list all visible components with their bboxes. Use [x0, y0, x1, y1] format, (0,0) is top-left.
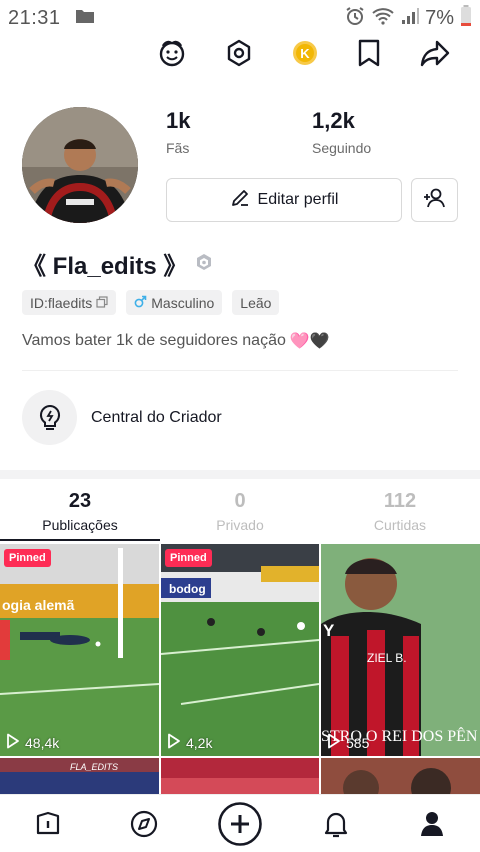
active-tab-indicator [0, 539, 160, 541]
pinned-badge: Pinned [165, 549, 212, 567]
svg-text:K: K [300, 46, 310, 61]
tag-id[interactable]: ID:flaedits [22, 290, 117, 315]
view-count: 585 [327, 733, 369, 752]
battery-icon [460, 4, 472, 32]
video-thumbnail[interactable] [321, 758, 480, 794]
bio-emojis: 🩷🖤 [289, 333, 330, 350]
tag-gender-label: Masculino [151, 294, 215, 311]
divider [22, 370, 458, 371]
video-grid: ogia alemã Pinned 48,4k bodog Pinned 4,2… [0, 544, 480, 794]
followers-count: 1k [166, 108, 191, 133]
tab-publications-count: 23 [68, 490, 92, 512]
hexagon-settings-icon[interactable] [222, 36, 256, 70]
share-icon[interactable] [418, 36, 452, 70]
svg-text:Y: Y [323, 621, 335, 640]
verification-badge-icon[interactable] [195, 250, 213, 278]
board-ad-text: bodog [169, 582, 206, 596]
section-divider [0, 470, 480, 479]
signal-icon [401, 7, 420, 30]
profile-tabs: 23 Publicações 0 Privado 112 Curtidas [0, 490, 480, 542]
tab-publications-label: Publicações [42, 517, 118, 533]
tab-liked[interactable]: 112 Curtidas [320, 490, 480, 542]
video-thumbnail[interactable]: Y ZIEL B. STRO O REI DOS PÊN 585 [321, 544, 480, 756]
notifications-icon[interactable] [312, 800, 360, 848]
tag-gender: Masculino [126, 290, 223, 315]
view-count: 48,4k [6, 733, 59, 752]
add-user-icon [423, 187, 447, 214]
wifi-icon [371, 6, 395, 31]
username: 《 Fla_edits 》 [22, 253, 188, 280]
pencil-icon [230, 188, 250, 213]
profile-username-row: 《 Fla_edits 》 [22, 246, 213, 281]
video-watermark-text: FLA_EDITS [70, 762, 118, 772]
creator-center-entry[interactable]: Central do Criador [22, 390, 222, 445]
board-ad-text: ogia alemã [2, 597, 75, 613]
tab-private-label: Privado [216, 517, 264, 533]
edit-profile-button[interactable]: Editar perfil [166, 178, 402, 222]
following-label: Seguindo [312, 140, 372, 156]
avatar[interactable] [22, 107, 138, 223]
add-friend-button[interactable] [411, 178, 458, 222]
following-count: 1,2k [312, 108, 355, 133]
tag-id-label: ID:flaedits [30, 294, 93, 311]
discover-icon[interactable] [120, 800, 168, 848]
create-icon[interactable] [216, 800, 264, 848]
bottom-navigation [0, 794, 480, 852]
view-count-value: 48,4k [25, 734, 60, 751]
folder-icon [75, 8, 95, 29]
status-bar: 21:31 7% [0, 0, 480, 36]
followers-stat[interactable]: 1k Fãs [166, 108, 190, 156]
tag-zodiac: Leão [232, 290, 280, 315]
sticker-icon[interactable] [155, 36, 189, 70]
pinned-badge: Pinned [4, 549, 51, 567]
tab-liked-count: 112 [383, 490, 417, 512]
video-thumbnail[interactable] [161, 758, 319, 794]
profile-bio: Vamos bater 1k de seguidores nação 🩷🖤 [22, 331, 330, 351]
status-time: 21:31 [8, 6, 61, 29]
profile-tags: ID:flaedits Masculino Leão [22, 290, 280, 315]
jersey-text: ZIEL B. [367, 651, 407, 665]
video-thumbnail[interactable]: ogia alemã Pinned 48,4k [0, 544, 159, 756]
tag-zodiac-label: Leão [240, 294, 272, 311]
play-icon [167, 733, 181, 752]
tab-publications[interactable]: 23 Publicações [0, 490, 160, 542]
video-thumbnail[interactable]: bodog Pinned 4,2k [161, 544, 319, 756]
tab-private-count: 0 [234, 490, 246, 512]
play-icon [6, 733, 20, 752]
view-count-value: 4,2k [186, 734, 213, 751]
lightbulb-icon [22, 390, 77, 445]
creator-center-label: Central do Criador [91, 408, 222, 426]
followers-label: Fãs [166, 140, 190, 156]
copy-icon [96, 295, 108, 311]
profile-top-toolbar: K [0, 36, 480, 72]
following-stat[interactable]: 1,2k Seguindo [312, 108, 371, 156]
alarm-icon [345, 6, 365, 31]
view-count-value: 585 [346, 734, 370, 751]
edit-profile-label: Editar perfil [257, 191, 339, 208]
coin-icon[interactable]: K [288, 36, 322, 70]
tab-liked-label: Curtidas [373, 517, 427, 533]
male-icon [134, 295, 147, 311]
bio-text: Vamos bater 1k de seguidores nação [22, 332, 286, 349]
view-count: 4,2k [167, 733, 212, 752]
profile-icon[interactable] [408, 800, 456, 848]
video-thumbnail[interactable]: FLA_EDITS [0, 758, 159, 794]
bookmark-icon[interactable] [352, 36, 386, 70]
battery-percentage: 7% [425, 6, 454, 29]
play-icon [327, 733, 341, 752]
home-icon[interactable] [24, 800, 72, 848]
tab-private[interactable]: 0 Privado [160, 490, 320, 542]
